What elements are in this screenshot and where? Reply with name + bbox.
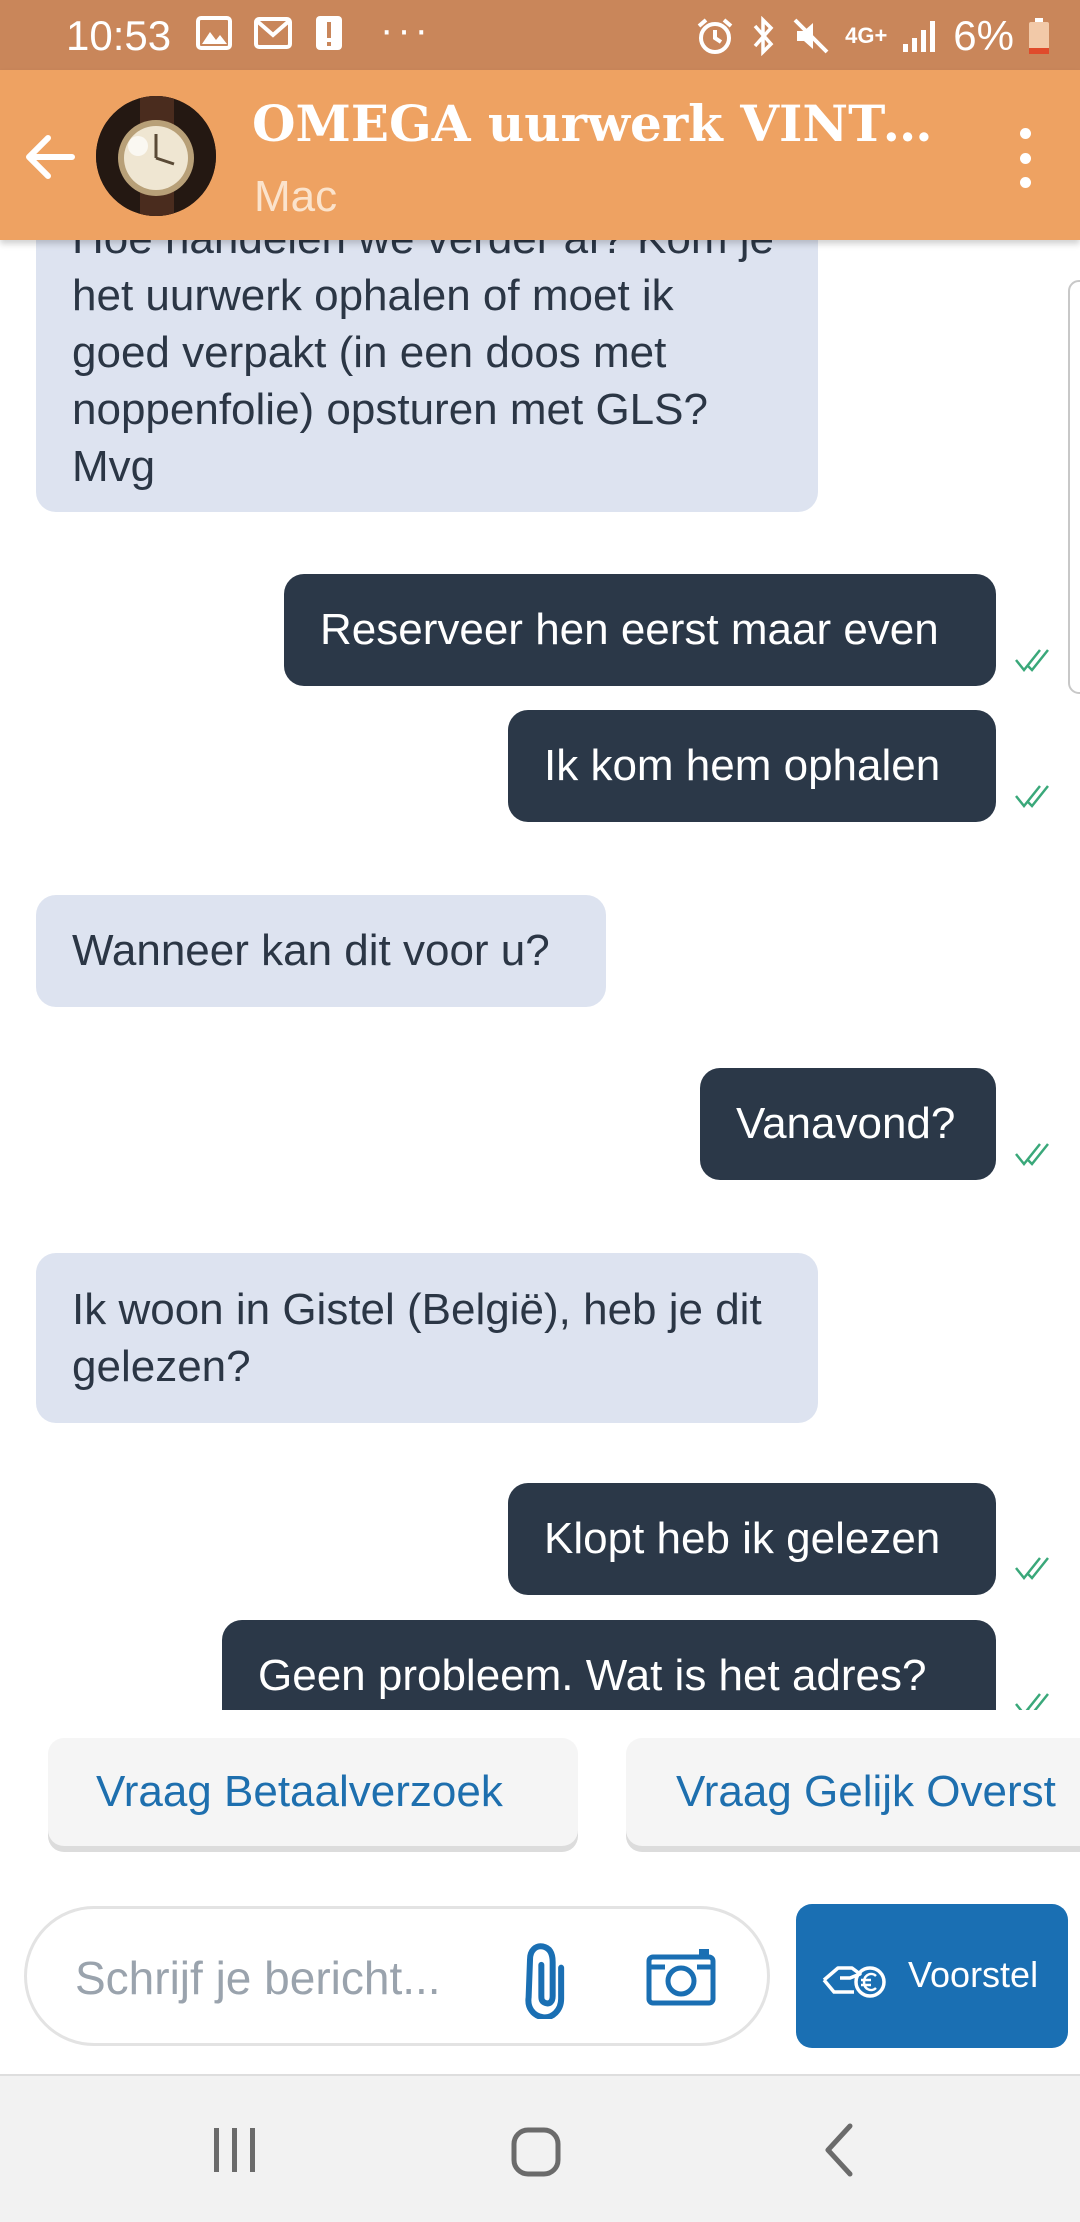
message-composer: [24, 1906, 770, 2046]
recents-icon: [214, 2128, 255, 2172]
message-text: Hoe handelen we verder af? Kom je het uu…: [72, 240, 774, 491]
quick-reply-label: Vraag Gelijk Overst: [676, 1767, 1056, 1816]
read-tick-icon: [1015, 1693, 1049, 1710]
home-icon: [511, 2127, 561, 2177]
message-text: Ik woon in Gistel (België), heb je dit g…: [72, 1285, 762, 1391]
read-tick-icon: [1015, 785, 1049, 809]
paperclip-icon: [525, 1943, 565, 2021]
alarm-icon: [697, 18, 733, 54]
message-text: Reserveer hen eerst maar even: [320, 605, 939, 654]
more-notifications-icon: ···: [380, 8, 432, 52]
mute-icon: [793, 18, 829, 54]
read-tick-icon: [1015, 1143, 1049, 1167]
dot-icon: [1019, 128, 1031, 139]
alert-notification-icon: [316, 16, 342, 50]
message-list[interactable]: Hoe handelen we verder af? Kom je het uu…: [0, 240, 1080, 1710]
arrow-left-icon: [26, 135, 75, 179]
watch-image: [96, 96, 216, 216]
recents-button[interactable]: [210, 2126, 260, 2174]
camera-button[interactable]: [641, 1939, 721, 2019]
message-outgoing[interactable]: Klopt heb ik gelezen: [508, 1483, 996, 1595]
avatar[interactable]: [96, 96, 216, 216]
camera-icon: [646, 1949, 716, 2006]
message-outgoing[interactable]: Geen probleem. Wat is het adres?: [222, 1620, 996, 1710]
status-time: 10:53: [66, 12, 172, 59]
system-nav-bar: [0, 2074, 1080, 2222]
message-text: Ik kom hem ophalen: [544, 741, 941, 790]
message-text: Vanavond?: [736, 1099, 956, 1148]
proposal-label: Voorstel: [908, 1954, 1039, 1995]
message-outgoing[interactable]: Ik kom hem ophalen: [508, 710, 996, 822]
battery-low-icon: [1029, 18, 1049, 54]
system-back-button[interactable]: [820, 2122, 860, 2178]
dot-icon: [1019, 152, 1031, 164]
message-input[interactable]: [73, 1939, 497, 2017]
read-tick-icon: [1015, 1557, 1049, 1581]
message-outgoing[interactable]: Vanavond?: [700, 1068, 996, 1180]
request-payment-button[interactable]: Vraag Betaalverzoek: [48, 1738, 578, 1846]
quick-replies: Vraag Betaalverzoek Vraag Gelijk Overst: [0, 1710, 1080, 1880]
network-type: 4G+: [845, 23, 888, 48]
status-bar: 10:53 ··· 4G+ 6%: [0, 0, 1080, 70]
read-tick-icon: [1015, 649, 1049, 673]
proposal-button[interactable]: Voorstel: [796, 1904, 1068, 2048]
battery-level: 6%: [953, 12, 1014, 59]
message-text: Geen probleem. Wat is het adres?: [258, 1651, 927, 1700]
bluetooth-icon: [753, 16, 774, 56]
message-outgoing[interactable]: Reserveer hen eerst maar even: [284, 574, 996, 686]
attach-button[interactable]: [507, 1939, 587, 2021]
chat-subtitle: Mac: [254, 172, 338, 221]
gallery-notification-icon: [196, 16, 232, 50]
chevron-left-icon: [825, 2123, 853, 2177]
signal-icon: [903, 21, 936, 52]
quick-reply-label: Vraag Betaalverzoek: [96, 1767, 503, 1816]
back-button[interactable]: [18, 122, 88, 192]
gmail-notification-icon: [254, 17, 292, 49]
hand-euro-icon: [822, 1966, 886, 1998]
chat-title: OMEGA uurwerk VINTA...: [252, 94, 942, 153]
chat-header: OMEGA uurwerk VINTA... Mac: [0, 70, 1080, 240]
message-text: Wanneer kan dit voor u?: [72, 926, 550, 975]
dot-icon: [1019, 177, 1031, 188]
message-incoming[interactable]: Ik woon in Gistel (België), heb je dit g…: [36, 1253, 818, 1423]
message-text: Klopt heb ik gelezen: [544, 1514, 941, 1563]
message-incoming[interactable]: Hoe handelen we verder af? Kom je het uu…: [36, 240, 818, 512]
scroll-indicator: [1068, 280, 1080, 694]
message-incoming[interactable]: Wanneer kan dit voor u?: [36, 895, 606, 1007]
overflow-menu-button[interactable]: [1010, 128, 1040, 188]
request-transfer-button[interactable]: Vraag Gelijk Overst: [626, 1738, 1080, 1846]
home-button[interactable]: [510, 2126, 562, 2178]
